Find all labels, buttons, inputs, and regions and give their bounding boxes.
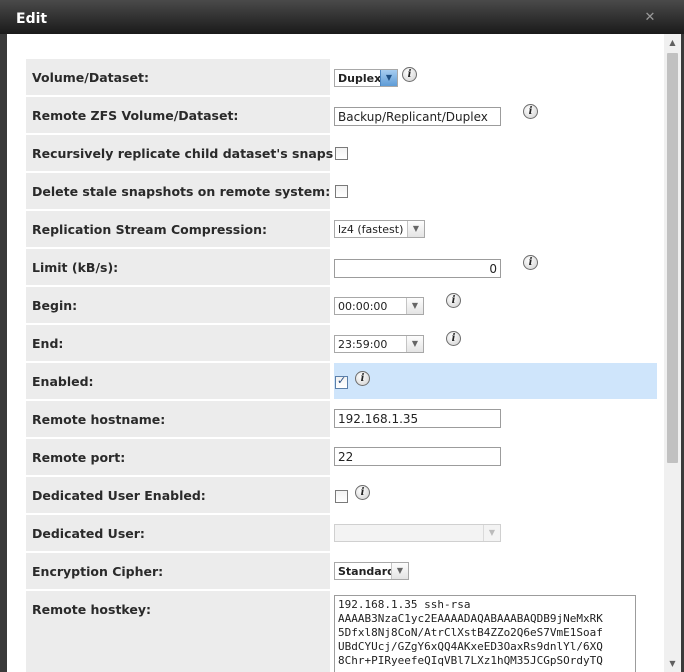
row-begin: Begin: 00:00:00 ▼ i [26,287,657,323]
dialog-titlebar: Edit ✕ [0,0,684,34]
scrollbar-thumb[interactable] [667,53,678,463]
info-icon[interactable]: i [523,255,538,270]
close-icon[interactable]: ✕ [642,10,658,26]
enabled-label: Enabled: [26,363,330,399]
row-dedicated-user: Dedicated User: ▼ [26,515,657,551]
info-icon[interactable]: i [355,485,370,500]
enabled-highlight: ✓ i [334,363,657,399]
end-select[interactable]: 23:59:00 ▼ [334,335,424,353]
vertical-scrollbar[interactable]: ▲ ▼ [664,34,681,672]
row-enabled: Enabled: ✓ i [26,363,657,399]
chevron-down-icon[interactable]: ▼ [407,221,424,237]
volume-dataset-value: Duplex [338,72,382,85]
check-icon: ✓ [337,374,347,387]
compression-label: Replication Stream Compression: [26,211,330,247]
remote-port-input[interactable]: 22 [334,447,501,466]
dedicated-user-label: Dedicated User: [26,515,330,551]
row-recursive: Recursively replicate child dataset's sn… [26,135,657,171]
info-icon[interactable]: i [446,331,461,346]
row-limit: Limit (kB/s): 0 i [26,249,657,285]
row-remote-hostname: Remote hostname: 192.168.1.35 [26,401,657,437]
row-delete-stale: Delete stale snapshots on remote system: [26,173,657,209]
recursive-label: Recursively replicate child dataset's sn… [26,135,369,171]
remote-hostkey-label: Remote hostkey: [26,591,330,672]
info-icon[interactable]: i [523,104,538,119]
delete-stale-label: Delete stale snapshots on remote system: [26,173,330,209]
volume-dataset-select[interactable]: Duplex ▼ [334,69,398,87]
row-compression: Replication Stream Compression: lz4 (fas… [26,211,657,247]
scroll-down-icon[interactable]: ▼ [664,655,681,672]
chevron-down-icon[interactable]: ▼ [483,525,500,541]
recursive-checkbox[interactable] [335,147,348,160]
dedicated-user-enabled-label: Dedicated User Enabled: [26,477,330,513]
cipher-value: Standard [338,565,396,578]
dedicated-user-select[interactable]: ▼ [334,524,501,542]
remote-volume-label: Remote ZFS Volume/Dataset: [26,97,330,133]
row-dedicated-user-enabled: Dedicated User Enabled: i [26,477,657,513]
row-cipher: Encryption Cipher: Standard ▼ [26,553,657,589]
remote-hostname-label: Remote hostname: [26,401,330,437]
chevron-down-icon[interactable]: ▼ [380,70,397,86]
dialog-content: Volume/Dataset: Duplex ▼ i Remote ZFS Vo… [7,34,664,672]
end-value: 23:59:00 [338,338,388,351]
dialog-left-border [0,34,7,672]
row-volume-dataset: Volume/Dataset: Duplex ▼ i [26,59,657,95]
volume-dataset-label: Volume/Dataset: [26,59,330,95]
dialog-title: Edit [16,11,48,27]
chevron-down-icon[interactable]: ▼ [406,298,423,314]
cipher-select[interactable]: Standard ▼ [334,562,409,580]
cipher-label: Encryption Cipher: [26,553,330,589]
limit-input[interactable]: 0 [334,259,501,278]
limit-label: Limit (kB/s): [26,249,330,285]
begin-value: 00:00:00 [338,300,388,313]
begin-label: Begin: [26,287,330,323]
dedicated-user-enabled-checkbox[interactable] [335,490,348,503]
row-remote-port: Remote port: 22 [26,439,657,475]
enabled-checkbox[interactable]: ✓ [335,374,348,389]
info-icon[interactable]: i [355,371,370,386]
remote-port-label: Remote port: [26,439,330,475]
scroll-up-icon[interactable]: ▲ [664,34,681,51]
delete-stale-checkbox[interactable] [335,185,348,198]
chevron-down-icon[interactable]: ▼ [406,336,423,352]
remote-hostkey-textarea[interactable]: 192.168.1.35 ssh-rsa AAAAB3NzaC1yc2EAAAA… [334,595,636,672]
row-end: End: 23:59:00 ▼ i [26,325,657,361]
begin-select[interactable]: 00:00:00 ▼ [334,297,424,315]
end-label: End: [26,325,330,361]
row-remote-volume: Remote ZFS Volume/Dataset: Backup/Replic… [26,97,657,133]
remote-volume-input[interactable]: Backup/Replicant/Duplex [334,107,501,126]
remote-hostname-input[interactable]: 192.168.1.35 [334,409,501,428]
row-remote-hostkey: Remote hostkey: 192.168.1.35 ssh-rsa AAA… [26,591,657,672]
compression-select[interactable]: lz4 (fastest) ▼ [334,220,425,238]
compression-value: lz4 (fastest) [338,223,404,236]
info-icon[interactable]: i [402,67,417,82]
chevron-down-icon[interactable]: ▼ [391,563,408,579]
info-icon[interactable]: i [446,293,461,308]
